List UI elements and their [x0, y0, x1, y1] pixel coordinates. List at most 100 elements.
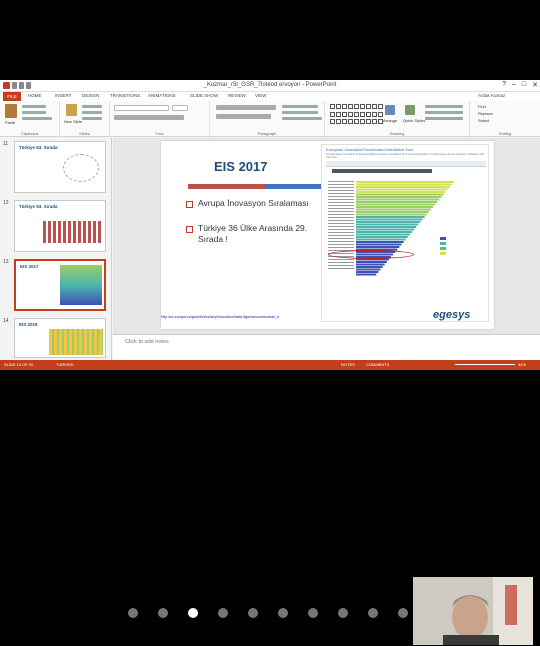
ranking-bar: [356, 226, 417, 228]
replace-button[interactable]: Replace: [478, 111, 493, 116]
layout-button[interactable]: [82, 105, 102, 108]
page-dot[interactable]: [218, 608, 228, 618]
shapes-gallery[interactable]: [330, 104, 383, 126]
thumbnail-graphic: [43, 221, 101, 243]
notes-pane[interactable]: Click to add notes: [113, 334, 540, 360]
tab-animations[interactable]: ANIMATIONS: [148, 93, 176, 98]
screenshot-select: [332, 169, 432, 173]
new-slide-button[interactable]: New Slide: [64, 119, 82, 124]
reset-button[interactable]: [82, 111, 102, 114]
bullet-1[interactable]: Avrupa İnovasyon Sıralaması: [186, 198, 328, 209]
text-direction-button[interactable]: [282, 105, 318, 108]
eis-screenshot[interactable]: European Innovation Scoreboard Interacti…: [321, 144, 489, 322]
eis-ranking-bars: [356, 181, 454, 276]
thumbnail-title: Türkiye 53. Sırada: [19, 145, 58, 150]
comments-toggle[interactable]: COMMENTS: [366, 362, 389, 367]
ranking-bar: [356, 236, 408, 238]
tab-file[interactable]: FILE: [3, 92, 21, 101]
group-label-editing: Editing: [498, 131, 512, 136]
zoom-slider[interactable]: [455, 364, 515, 365]
bullet-2[interactable]: Türkiye 36 Ülke Arasında 29. Sırada !: [186, 223, 328, 245]
ranking-bar: [356, 208, 431, 211]
minimize-icon[interactable]: –: [512, 81, 516, 89]
arrange-icon[interactable]: [385, 105, 395, 115]
thumbnail-title: EIS 2019: [19, 322, 38, 327]
editing-group: Find Replace Select Editing: [470, 101, 540, 137]
quick-styles-button[interactable]: Quick Styles: [403, 118, 425, 123]
ranking-bar: [356, 266, 383, 268]
align-buttons[interactable]: [216, 114, 271, 119]
tab-slide-show[interactable]: SLIDE SHOW: [190, 93, 218, 98]
ranking-bar: [356, 198, 440, 201]
notes-toggle[interactable]: NOTES: [341, 362, 355, 367]
slide-thumbnail-14[interactable]: EIS 2019: [14, 318, 106, 358]
ranking-bar: [356, 193, 444, 196]
font-name-select[interactable]: [114, 105, 169, 111]
align-text-button[interactable]: [282, 111, 318, 114]
shape-outline-button[interactable]: [425, 111, 463, 114]
thumbnail-title: EIS 2017: [20, 264, 39, 269]
page-dot[interactable]: [368, 608, 378, 618]
zoom-level[interactable]: 44%: [518, 362, 526, 367]
shape-effects-button[interactable]: [425, 117, 463, 120]
arrange-button[interactable]: Arrange: [383, 118, 397, 123]
language-indicator[interactable]: TURKISH: [56, 362, 74, 367]
font-size-select[interactable]: [172, 105, 188, 111]
ranking-bar: [356, 261, 387, 263]
page-dot[interactable]: [158, 608, 168, 618]
page-dot[interactable]: [278, 608, 288, 618]
paragraph-group: Paragraph: [210, 101, 325, 137]
list-buttons[interactable]: [216, 105, 276, 110]
legend-swatch: [440, 252, 446, 255]
format-painter-button[interactable]: [22, 117, 52, 120]
page-dot[interactable]: [248, 608, 258, 618]
close-icon[interactable]: ✕: [532, 81, 538, 89]
slide-thumbnail-11[interactable]: Türkiye 53. Sırada: [14, 141, 106, 193]
convert-smartart-button[interactable]: [282, 117, 322, 120]
page-dot[interactable]: [128, 608, 138, 618]
window-controls[interactable]: ? – □ ✕: [502, 81, 538, 89]
page-dot[interactable]: [398, 608, 408, 618]
paste-icon[interactable]: [5, 104, 17, 118]
tab-transitions[interactable]: TRANSITIONS: [110, 93, 140, 98]
slide-counter: SLIDE 13 OF 20: [4, 362, 34, 367]
clipboard-group: Paste Clipboard: [0, 101, 60, 137]
section-button[interactable]: [82, 117, 102, 120]
ranking-bar: [356, 196, 442, 198]
slide-thumbnail-13[interactable]: EIS 2017: [14, 259, 106, 311]
legend-swatch: [440, 247, 446, 250]
status-bar: SLIDE 13 OF 20 TURKISH NOTES COMMENTS 44…: [0, 360, 540, 370]
page-dot[interactable]: [338, 608, 348, 618]
new-slide-icon[interactable]: [66, 104, 77, 116]
ranking-bar: [356, 218, 423, 221]
tab-design[interactable]: DESIGN: [82, 93, 99, 98]
ranking-bar: [356, 223, 419, 226]
page-indicator[interactable]: [128, 608, 408, 618]
tab-insert[interactable]: INSERT: [55, 93, 71, 98]
slide-thumbnail-12[interactable]: Türkiye 53. Sırada: [14, 200, 106, 252]
select-button[interactable]: Select: [478, 118, 489, 123]
ranking-bar: [356, 246, 400, 248]
copy-button[interactable]: [22, 111, 46, 114]
tab-review[interactable]: REVIEW: [228, 93, 246, 98]
font-format-buttons[interactable]: [114, 115, 184, 120]
tab-home[interactable]: HOME: [28, 93, 42, 98]
current-slide[interactable]: EIS 2017 Avrupa İnovasyon Sıralaması Tür…: [161, 141, 494, 329]
quick-styles-icon[interactable]: [405, 105, 415, 115]
shape-fill-button[interactable]: [425, 105, 463, 108]
ranking-bar: [356, 188, 448, 191]
paste-button[interactable]: Paste: [5, 120, 15, 125]
cut-button[interactable]: [22, 105, 46, 108]
screenshot-text: The European Innovation Scoreboard (EIS)…: [326, 153, 485, 159]
slide-thumbnail-pane[interactable]: 11 Türkiye 53. Sırada 12 Türkiye 53. Sır…: [0, 138, 112, 360]
user-account[interactable]: Ardak Kurnaz: [478, 93, 505, 98]
page-dot[interactable]: [308, 608, 318, 618]
maximize-icon[interactable]: □: [522, 81, 526, 89]
powerpoint-window: _Kuzmar_r5t_GSR_7loteod ervoyon - PowerP…: [0, 80, 540, 370]
slide-title[interactable]: EIS 2017: [214, 159, 268, 174]
tab-view[interactable]: VIEW: [255, 93, 267, 98]
help-icon[interactable]: ?: [502, 81, 506, 89]
source-link[interactable]: http://ec.europa.eu/growth/industry/inno…: [161, 315, 376, 319]
find-button[interactable]: Find: [478, 104, 486, 109]
page-dot[interactable]: [188, 608, 198, 618]
